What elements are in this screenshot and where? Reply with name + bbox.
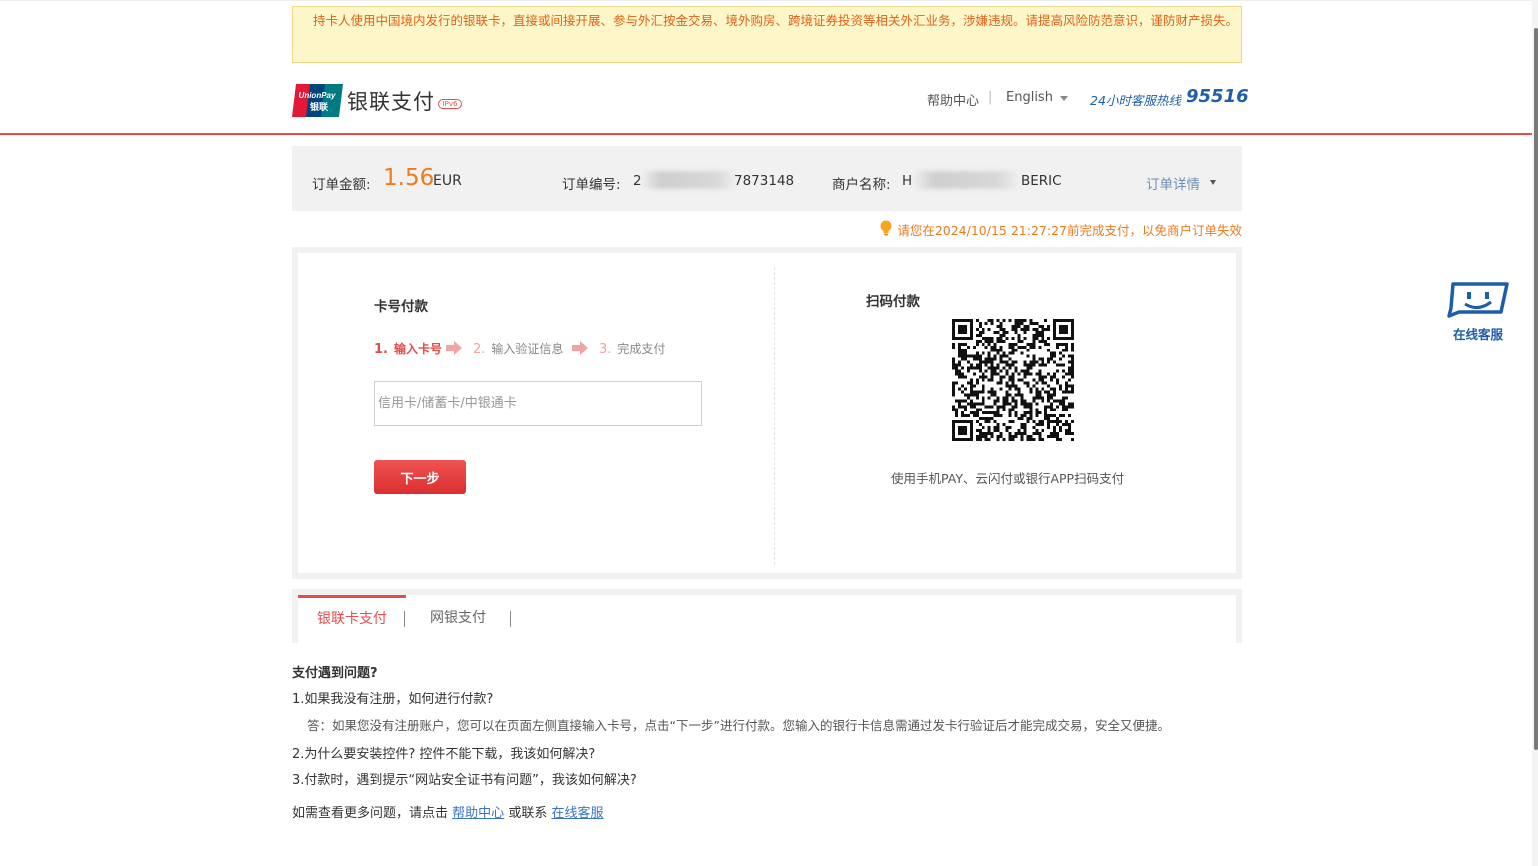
tab-separator [510,611,511,627]
payment-panel-inner: 卡号付款 1.输入卡号 2.输入验证信息 3.完成支付 下一步 扫码付款 使用手… [298,253,1236,573]
unionpay-logo-icon[interactable]: UnionPay 银联 [292,84,343,117]
step-2: 2. 输入验证信息 [473,342,564,357]
faq-question-1[interactable]: 1.如果我没有注册，如何进行付款? [292,690,1192,710]
tab-unionpay-card[interactable]: 银联卡支付 [298,595,406,643]
panel-divider [774,267,775,565]
chevron-down-icon[interactable] [1060,96,1068,101]
online-service-link[interactable]: 在线客服 [551,806,603,821]
faq-title: 支付遇到问题? [292,666,378,681]
order-number-suffix: 7873148 [734,173,795,189]
tabs-inner: 银联卡支付 网银支付 [298,595,1236,643]
faq-question-3[interactable]: 3.付款时，遇到提示“网站安全证书有问题”，我该如何解决? [292,771,1192,791]
qr-pay-title: 扫码付款 [866,294,920,310]
faq-more-or: 或联系 [508,806,548,821]
tab-online-banking[interactable]: 网银支付 [416,595,500,643]
payment-panel: 卡号付款 1.输入卡号 2.输入验证信息 3.完成支付 下一步 扫码付款 使用手… [292,247,1242,579]
language-selector[interactable]: English [1006,90,1053,105]
hotline-number: 95516 [1186,86,1249,107]
qr-pay-hint: 使用手机PAY、云闪付或银行APP扫码支付 [891,471,1125,486]
faq-more-help: 如需查看更多问题，请点击 帮助中心 或联系 在线客服 [292,802,1192,821]
amount-label: 订单金额: [312,177,371,193]
ipv6-badge: IPv6 [438,99,462,109]
merchant-redaction [912,171,1020,189]
lightbulb-icon [880,220,892,236]
risk-warning-banner: 持卡人使用中国境内发行的银联卡，直接或间接开展、参与外汇按金交易、境外购房、跨境… [292,6,1242,63]
help-center-link[interactable]: 帮助中心 [927,90,979,109]
svg-text:银联: 银联 [310,101,329,113]
online-service-label[interactable]: 在线客服 [1444,324,1512,343]
arrow-right-icon [446,341,462,355]
caret-down-icon[interactable] [1210,180,1216,185]
amount-currency: EUR [433,173,462,189]
arrow-right-icon [572,341,588,355]
svg-text:UnionPay: UnionPay [299,91,336,100]
online-service-widget[interactable]: 在线客服 [1444,282,1512,342]
scrollbar-thumb[interactable] [1534,28,1538,750]
faq-section: 支付遇到问题? 1.如果我没有注册，如何进行付款? 答：如果您没有注册账户，您可… [292,662,1192,821]
help-center-link[interactable]: 帮助中心 [452,806,504,821]
merchant-suffix: BERIC [1021,173,1062,189]
faq-question-2[interactable]: 2.为什么要安装控件? 控件不能下载，我该如何解决? [292,745,1192,765]
faq-more-prefix: 如需查看更多问题，请点击 [292,806,449,821]
header-separator: | [988,90,993,105]
faq-answer-1: 答：如果您没有注册账户，您可以在页面左侧直接输入卡号，点击“下一步”进行付款。您… [307,718,1170,733]
payment-deadline-notice: 请您在2024/10/15 21:27:27前完成支付，以免商户订单失效 [897,223,1242,238]
tab-separator [404,611,405,627]
risk-warning-text: 持卡人使用中国境内发行的银联卡，直接或间接开展、参与外汇按金交易、境外购房、跨境… [313,13,1239,28]
order-number-label: 订单编号: [562,177,621,193]
amount-value: 1.56 [383,165,435,191]
order-summary-bar: 订单金额: 1.56 EUR 订单编号: 2 7873148 商户名称: H B… [292,146,1242,211]
card-pay-title: 卡号付款 [374,299,428,315]
next-step-button[interactable]: 下一步 [374,460,466,494]
step-3: 3. 完成支付 [599,342,666,357]
payment-method-tabs: 银联卡支付 网银支付 [292,589,1242,643]
chat-bubble-icon[interactable] [1445,282,1511,318]
merchant-label: 商户名称: [832,177,891,193]
qr-code-icon [952,319,1074,441]
merchant-prefix: H [902,173,913,189]
order-details-toggle[interactable]: 订单详情 [1146,173,1200,193]
card-number-input[interactable] [374,381,702,426]
hotline-label: 24小时客服热线 [1090,93,1181,108]
step-1: 1. 输入卡号 [374,342,442,357]
page-header: UnionPay 银联 银联支付 IPv6 帮助中心 | English 24小… [0,63,1532,135]
order-number-redaction [641,171,737,189]
brand-title: 银联支付 [347,90,435,114]
